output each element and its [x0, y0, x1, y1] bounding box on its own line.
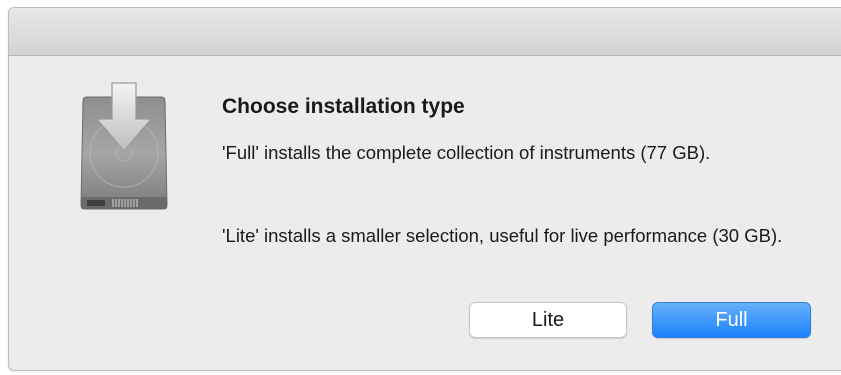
install-drive-icon [69, 81, 179, 221]
lite-description: 'Lite' installs a smaller selection, use… [222, 225, 783, 246]
dialog-titlebar[interactable] [9, 8, 841, 56]
full-button[interactable]: Full [652, 302, 811, 338]
installation-dialog: Choose installation type 'Full' installs… [8, 7, 841, 371]
lite-button[interactable]: Lite [469, 302, 627, 338]
dialog-title: Choose installation type [222, 95, 465, 118]
full-description: 'Full' installs the complete collection … [222, 142, 711, 163]
